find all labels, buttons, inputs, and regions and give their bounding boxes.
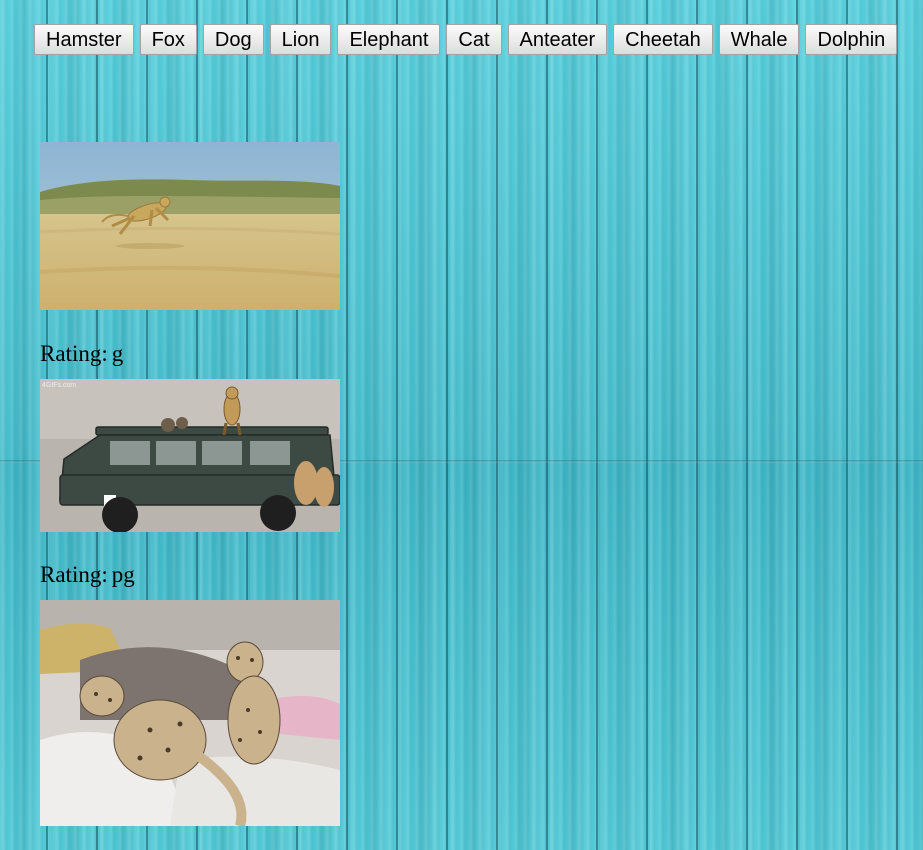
gif-card: Rating: g <box>40 142 340 367</box>
animal-button-dog[interactable]: Dog <box>202 24 264 55</box>
gif-results: Rating: g 4GIFs.com Rating: pg <box>40 142 340 826</box>
gif-card: 4GIFs.com Rating: pg <box>40 379 340 588</box>
rating-value: pg <box>111 562 135 587</box>
animal-button-whale[interactable]: Whale <box>718 24 800 55</box>
animal-button-lion[interactable]: Lion <box>269 24 332 55</box>
animal-button-cheetah[interactable]: Cheetah <box>613 24 713 55</box>
rating-label: Rating: <box>40 562 108 587</box>
animal-button-anteater[interactable]: Anteater <box>507 24 608 55</box>
animal-button-dolphin[interactable]: Dolphin <box>805 24 898 55</box>
animal-button-bar: Hamster Fox Dog Lion Elephant Cat Anteat… <box>34 24 898 55</box>
rating-row: Rating: pg <box>40 562 340 588</box>
rating-label: Rating: <box>40 341 108 366</box>
animal-button-fox[interactable]: Fox <box>139 24 197 55</box>
cheetah-cubs-gif[interactable] <box>40 600 340 826</box>
animal-button-hamster[interactable]: Hamster <box>34 24 134 55</box>
cheetah-running-gif[interactable] <box>40 142 340 310</box>
rating-value: g <box>111 341 124 366</box>
rating-row: Rating: g <box>40 341 340 367</box>
animal-button-elephant[interactable]: Elephant <box>337 24 441 55</box>
cheetah-jeep-gif[interactable]: 4GIFs.com <box>40 379 340 532</box>
gif-card <box>40 600 340 826</box>
gif-watermark: 4GIFs.com <box>42 382 76 389</box>
animal-button-cat[interactable]: Cat <box>446 24 502 55</box>
